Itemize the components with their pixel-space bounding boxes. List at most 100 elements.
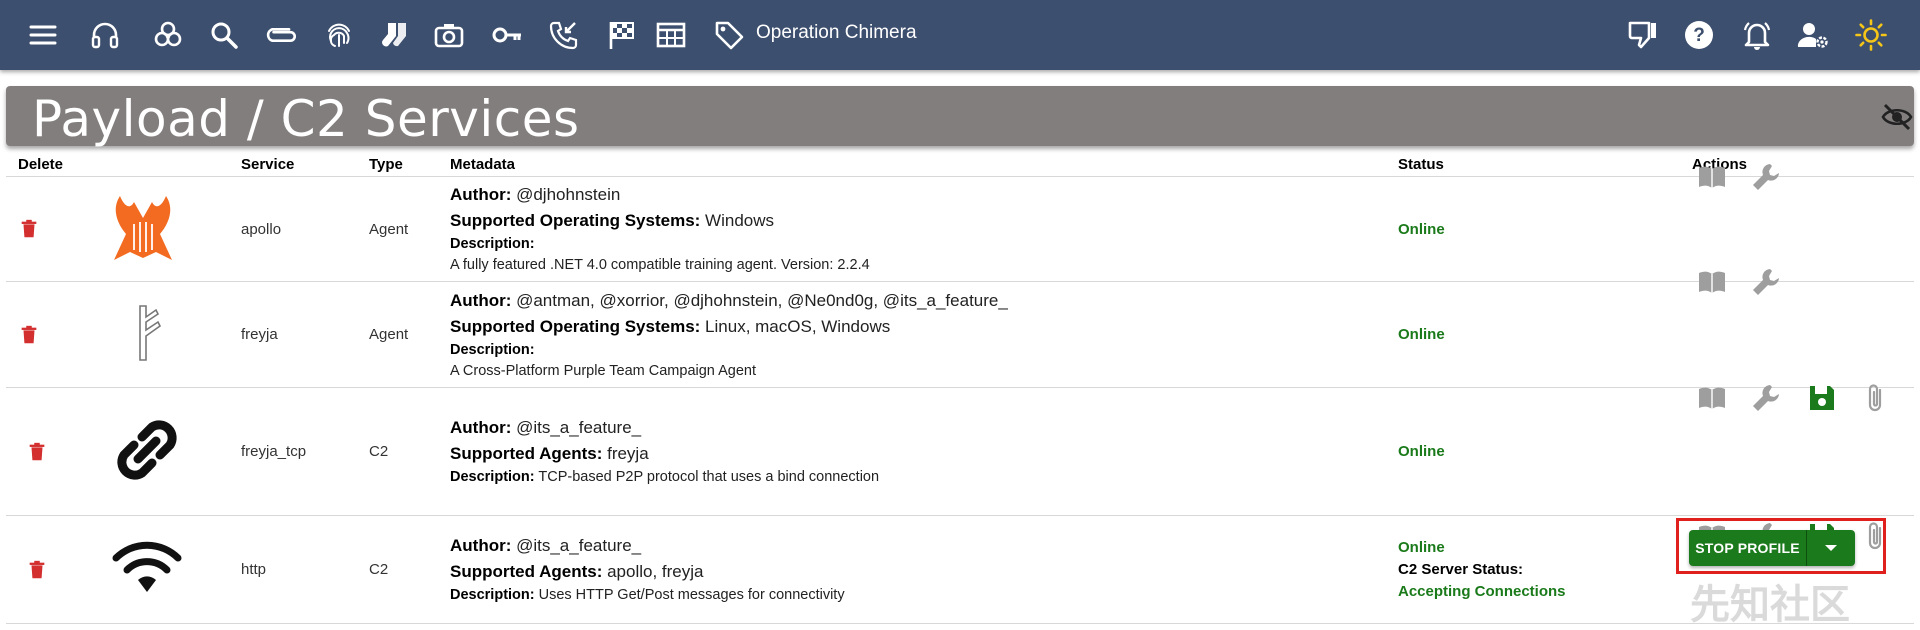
service-type: C2 — [357, 515, 438, 624]
table-icon[interactable] — [650, 14, 692, 56]
stop-profile-button[interactable]: STOP PROFILE — [1689, 530, 1806, 566]
help-icon[interactable]: ? — [1678, 14, 1720, 56]
description-label: Description: — [450, 469, 535, 485]
save-icon[interactable] — [1806, 382, 1838, 414]
supported-os-value: Windows — [700, 211, 775, 230]
user-settings-icon[interactable] — [1792, 14, 1834, 56]
service-type: Agent — [357, 281, 438, 388]
author-label: Author: — [450, 290, 512, 310]
paperclip-icon[interactable] — [1860, 382, 1892, 414]
trash-icon[interactable] — [26, 559, 48, 581]
metadata-cell: Author: @its_a_feature_ Supported Agents… — [438, 387, 1386, 516]
service-name: http — [229, 515, 357, 624]
phone-callback-icon[interactable] — [543, 14, 585, 56]
chain-link-icon — [117, 419, 177, 480]
table-row: freyja_tcp C2 Author: @its_a_feature_ Su… — [6, 384, 1914, 516]
checkered-flag-icon[interactable] — [600, 14, 642, 56]
wrench-icon[interactable] — [1750, 161, 1782, 193]
watermark: 先知社区 — [1690, 583, 1850, 627]
trash-icon[interactable] — [18, 218, 40, 240]
camera-icon[interactable] — [428, 14, 470, 56]
service-name: apollo — [229, 176, 357, 282]
description-value: TCP-based P2P protocol that uses a bind … — [534, 469, 880, 485]
header-icon — [92, 152, 229, 177]
author-value: @its_a_feature_ — [511, 536, 642, 555]
profile-options-dropdown[interactable] — [1807, 530, 1855, 566]
actions-cell — [1680, 269, 1914, 388]
tag-icon[interactable] — [708, 14, 750, 56]
status-cell: Online — [1386, 387, 1680, 516]
delete-cell — [6, 515, 92, 624]
status-cell: Online — [1386, 281, 1680, 388]
menu-icon[interactable] — [22, 14, 64, 56]
status-online: Online — [1398, 538, 1445, 556]
trash-icon[interactable] — [18, 324, 40, 346]
page-title-banner: Payload / C2 Services — [6, 86, 1914, 148]
description-label: Description: — [450, 587, 535, 603]
actions-cell — [1680, 384, 1914, 516]
supported-os-label: Supported Operating Systems: — [450, 316, 701, 336]
service-name: freyja_tcp — [229, 387, 357, 516]
supported-os-label: Supported Operating Systems: — [450, 211, 701, 230]
table-row: freyja Agent Author: @antman, @xorrior, … — [6, 269, 1914, 388]
status-online: Online — [1398, 326, 1445, 343]
header-delete: Delete — [6, 152, 92, 177]
paperclip-icon[interactable] — [261, 14, 303, 56]
service-icon-cell — [92, 176, 229, 282]
top-app-bar: Operation Chimera ? — [0, 0, 1920, 70]
service-type: Agent — [357, 176, 438, 282]
metadata-cell: Author: @antman, @xorrior, @djhohnstein,… — [438, 281, 1386, 388]
c2-server-status-value: Accepting Connections — [1398, 582, 1566, 600]
apollo-lyre-icon — [114, 196, 172, 260]
fingerprint-icon[interactable] — [318, 14, 360, 56]
trash-icon[interactable] — [26, 441, 48, 463]
key-icon[interactable] — [486, 14, 528, 56]
description-value: A Cross-Platform Purple Team Campaign Ag… — [450, 362, 756, 379]
operation-name[interactable]: Operation Chimera — [756, 22, 917, 44]
header-type[interactable]: Type — [357, 152, 438, 177]
socks-icon[interactable] — [374, 14, 416, 56]
delete-cell — [6, 281, 92, 388]
headset-icon[interactable] — [84, 14, 126, 56]
caret-down-icon — [1825, 545, 1837, 551]
status-online: Online — [1398, 220, 1445, 238]
service-icon-cell — [92, 515, 229, 624]
service-icon-cell — [92, 281, 229, 388]
table-row: apollo Agent Author: @djhohnstein Suppor… — [6, 164, 1914, 282]
svg-text:?: ? — [1693, 25, 1705, 46]
description-label: Description: — [450, 341, 535, 358]
description-value: A fully featured .NET 4.0 compatible tra… — [450, 257, 870, 273]
status-online: Online — [1398, 443, 1445, 460]
thumbs-down-icon[interactable] — [1622, 14, 1664, 56]
book-open-icon[interactable] — [1696, 161, 1728, 193]
service-name: freyja — [229, 281, 357, 388]
book-open-icon[interactable] — [1696, 266, 1728, 298]
service-icon-cell — [92, 387, 229, 516]
wifi-icon — [112, 541, 182, 592]
delete-cell — [6, 387, 92, 516]
stop-profile-split-button: STOP PROFILE — [1689, 530, 1855, 566]
author-value: @djhohnstein — [511, 185, 621, 204]
search-icon[interactable] — [203, 14, 245, 56]
sun-icon[interactable] — [1850, 14, 1892, 56]
biohazard-icon[interactable] — [147, 14, 189, 56]
author-label: Author: — [450, 185, 512, 204]
eye-off-icon[interactable] — [1880, 100, 1914, 134]
delete-cell — [6, 176, 92, 282]
author-value: @its_a_feature_ — [511, 418, 642, 437]
c2-server-status-label: C2 Server Status: — [1398, 560, 1524, 578]
author-value: @antman, @xorrior, @djhohnstein, @Ne0nd0… — [511, 290, 1008, 310]
book-open-icon[interactable] — [1696, 382, 1728, 414]
wrench-icon[interactable] — [1750, 382, 1782, 414]
alarm-bell-icon[interactable] — [1736, 14, 1778, 56]
header-service[interactable]: Service — [229, 152, 357, 177]
service-type: C2 — [357, 387, 438, 516]
description-label: Description: — [450, 236, 535, 252]
page-title: Payload / C2 Services — [32, 90, 580, 148]
status-cell: Online — [1386, 176, 1680, 282]
header-status: Status — [1386, 152, 1680, 177]
author-label: Author: — [450, 418, 512, 437]
wrench-icon[interactable] — [1750, 266, 1782, 298]
supported-agents-value: apollo, freyja — [602, 562, 704, 581]
table-header-row: Delete Service Type Metadata Status Acti… — [6, 152, 1914, 177]
